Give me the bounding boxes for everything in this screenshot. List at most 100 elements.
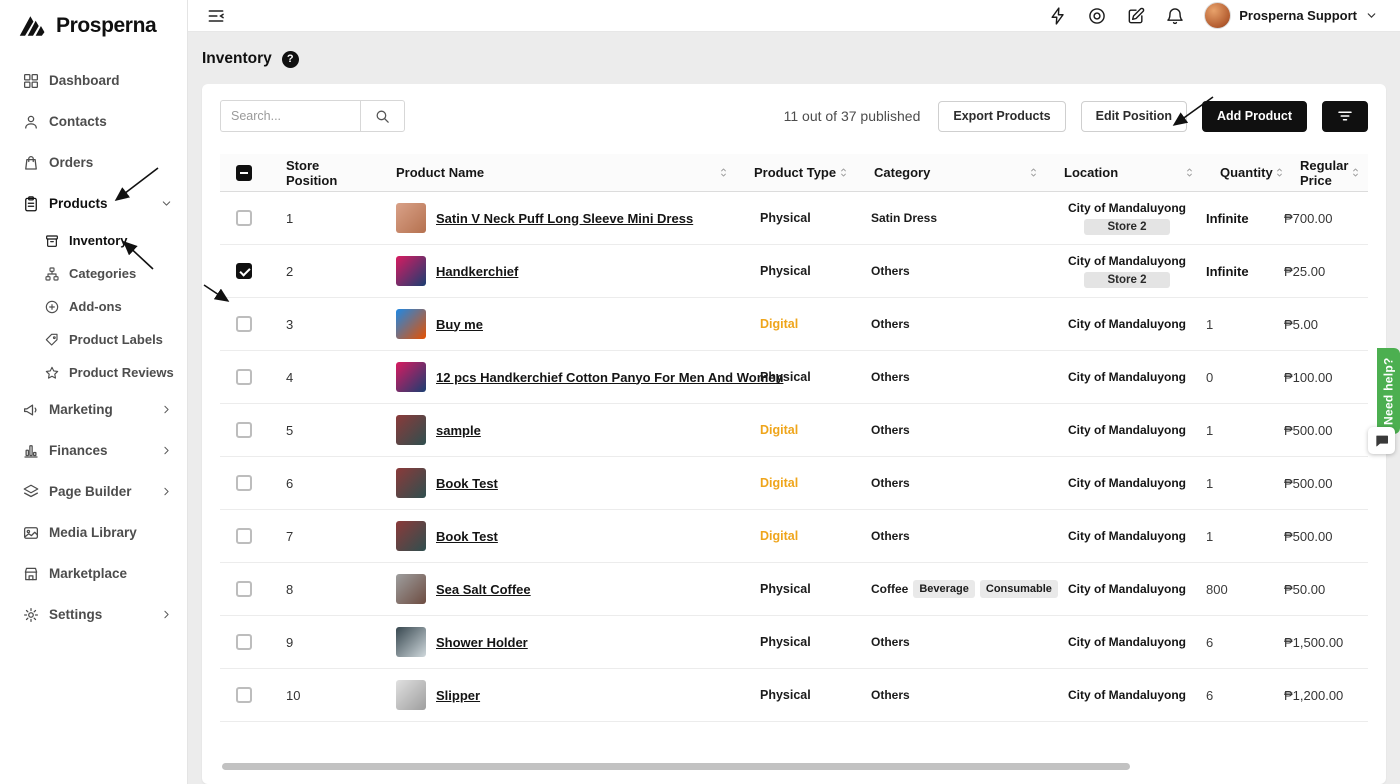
chevron-down-icon [160, 197, 173, 210]
category-value: Satin Dress [871, 211, 938, 225]
sort-icon[interactable] [1349, 166, 1362, 179]
product-name-link[interactable]: Book Test [436, 476, 498, 491]
chat-widget-button[interactable] [1368, 427, 1395, 454]
contacts-icon [22, 113, 40, 131]
user-menu[interactable]: Prosperna Support [1204, 2, 1378, 29]
row-quantity: 6 [1206, 687, 1214, 703]
row-checkbox[interactable] [236, 581, 252, 597]
sidebar-item-marketplace[interactable]: Marketplace [0, 553, 187, 594]
sidebar-item-product-reviews[interactable]: Product Reviews [0, 356, 187, 389]
flash-icon[interactable] [1048, 6, 1068, 26]
pagebuilder-icon [22, 483, 40, 501]
category-value: Others [871, 529, 910, 543]
page-title: Inventory [202, 50, 272, 67]
row-checkbox[interactable] [236, 316, 252, 332]
inventory-card: 11 out of 37 published Export Products E… [202, 84, 1386, 784]
product-name-link[interactable]: Sea Salt Coffee [436, 582, 531, 597]
sidebar-item-page-builder[interactable]: Page Builder [0, 471, 187, 512]
product-name-link[interactable]: Satin V Neck Puff Long Sleeve Mini Dress [436, 211, 693, 226]
category-value: Beverage [913, 580, 975, 598]
sidebar-item-products[interactable]: Products [0, 183, 187, 224]
product-name-link[interactable]: 12 pcs Handkerchief Cotton Panyo For Men… [436, 370, 783, 385]
row-checkbox[interactable] [236, 475, 252, 491]
orders-icon [22, 154, 40, 172]
filter-button[interactable] [1322, 100, 1368, 132]
table-row: 5 sample Digital Others City of Mandaluy… [220, 404, 1368, 457]
row-product-type: Physical [760, 688, 811, 702]
sidebar-item-inventory[interactable]: Inventory [0, 224, 187, 257]
row-location: City of Mandaluyong [1068, 529, 1186, 543]
sort-icon[interactable] [1183, 166, 1196, 179]
sidebar-item-label: Dashboard [49, 73, 120, 88]
brand-logo[interactable]: Prosperna [0, 0, 187, 48]
row-product-type: Physical [760, 582, 811, 596]
row-quantity: 0 [1206, 369, 1214, 385]
row-checkbox[interactable] [236, 422, 252, 438]
sort-icon[interactable] [717, 166, 730, 179]
store-badge: Store 2 [1084, 272, 1170, 288]
sort-icon[interactable] [1027, 166, 1040, 179]
row-product-type: Physical [760, 370, 811, 384]
export-products-button[interactable]: Export Products [938, 100, 1066, 132]
row-price: ₱700.00 [1284, 210, 1333, 226]
row-checkbox[interactable] [236, 634, 252, 650]
bell-icon[interactable] [1165, 6, 1185, 26]
edit-position-button[interactable]: Edit Position [1080, 100, 1187, 132]
row-checkbox[interactable] [236, 369, 252, 385]
row-store-position: 1 [286, 210, 294, 226]
sidebar-item-dashboard[interactable]: Dashboard [0, 60, 187, 101]
help-icon[interactable]: ? [281, 50, 299, 68]
sidebar-item-label: Inventory [69, 233, 128, 248]
sort-icon[interactable] [837, 166, 850, 179]
product-name-link[interactable]: Slipper [436, 688, 480, 703]
select-all-checkbox[interactable] [236, 164, 252, 181]
category-value: Others [871, 688, 910, 702]
sidebar-item-orders[interactable]: Orders [0, 142, 187, 183]
product-name-link[interactable]: sample [436, 423, 481, 438]
sidebar-collapse-icon[interactable] [206, 6, 226, 26]
horizontal-scrollbar[interactable] [222, 763, 1130, 770]
row-price: ₱1,500.00 [1284, 634, 1344, 650]
product-name-link[interactable]: Buy me [436, 317, 483, 332]
addons-icon [44, 299, 60, 315]
product-name-link[interactable]: Handkerchief [436, 264, 518, 279]
row-checkbox[interactable] [236, 210, 252, 226]
sidebar-item-product-labels[interactable]: Product Labels [0, 323, 187, 356]
row-quantity: 1 [1206, 528, 1214, 544]
row-price: ₱500.00 [1284, 422, 1333, 438]
product-name-link[interactable]: Shower Holder [436, 635, 528, 650]
table-row: 10 Slipper Physical Others City of Manda… [220, 669, 1368, 722]
sidebar-item-finances[interactable]: Finances [0, 430, 187, 471]
sidebar-item-add-ons[interactable]: Add-ons [0, 290, 187, 323]
search-button[interactable] [360, 100, 405, 132]
row-checkbox[interactable] [236, 528, 252, 544]
category-value: Coffee [871, 582, 909, 596]
product-thumbnail [396, 203, 426, 233]
row-quantity: 800 [1206, 581, 1228, 597]
search-input[interactable] [220, 100, 360, 132]
column-header: Regular Price [1282, 154, 1368, 191]
row-category: Others [856, 370, 1046, 384]
row-checkbox[interactable] [236, 263, 252, 279]
topbar-icons [1048, 6, 1185, 26]
row-store-position: 4 [286, 369, 294, 385]
row-store-position: 3 [286, 316, 294, 332]
sidebar-item-categories[interactable]: Categories [0, 257, 187, 290]
need-help-tab[interactable]: Need help? [1377, 348, 1400, 434]
add-product-button[interactable]: Add Product [1202, 100, 1307, 132]
compose-icon[interactable] [1126, 6, 1146, 26]
sidebar-item-marketing[interactable]: Marketing [0, 389, 187, 430]
sidebar-item-label: Finances [49, 443, 108, 458]
target-icon[interactable] [1087, 6, 1107, 26]
sidebar-item-contacts[interactable]: Contacts [0, 101, 187, 142]
row-product-type: Digital [760, 476, 799, 490]
chat-bubble-icon [1374, 433, 1390, 449]
sidebar-item-settings[interactable]: Settings [0, 594, 187, 635]
products-icon [22, 195, 40, 213]
chevron-right-icon [160, 403, 173, 416]
row-location: City of Mandaluyong [1068, 582, 1186, 596]
row-checkbox[interactable] [236, 687, 252, 703]
product-name-link[interactable]: Book Test [436, 529, 498, 544]
sidebar-item-media-library[interactable]: Media Library [0, 512, 187, 553]
sidebar-item-label: Orders [49, 155, 94, 170]
